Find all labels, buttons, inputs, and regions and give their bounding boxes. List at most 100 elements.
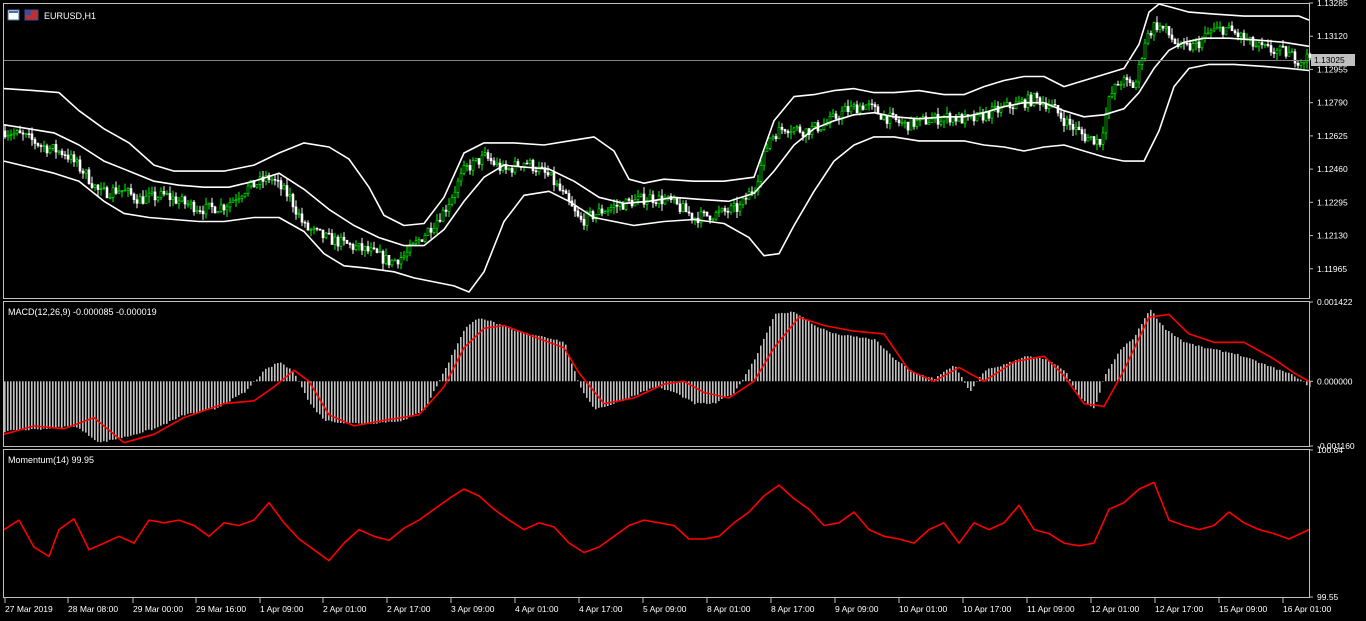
macd-bar bbox=[817, 327, 819, 382]
macd-bar bbox=[856, 336, 858, 382]
macd-bar bbox=[958, 372, 960, 382]
macd-bar bbox=[835, 333, 837, 382]
macd-bar bbox=[472, 321, 474, 382]
macd-bar bbox=[52, 381, 54, 428]
candle-body bbox=[114, 187, 118, 194]
macd-bar bbox=[1171, 333, 1173, 382]
macd-bar bbox=[877, 341, 879, 382]
macd-bar bbox=[73, 381, 75, 427]
macd-bar bbox=[1162, 325, 1164, 382]
candle-body bbox=[1230, 25, 1234, 32]
macd-bar bbox=[40, 381, 42, 430]
x-tick-label: 9 Apr 09:00 bbox=[835, 604, 879, 614]
macd-bar bbox=[430, 381, 432, 398]
x-tick-label: 29 Mar 00:00 bbox=[133, 604, 183, 614]
candle-body bbox=[1185, 42, 1189, 45]
macd-bar bbox=[1285, 372, 1287, 382]
candle-body bbox=[1188, 42, 1192, 51]
candle-body bbox=[99, 188, 103, 190]
candle-body bbox=[1122, 77, 1126, 85]
macd-bar bbox=[679, 381, 681, 395]
candle-body bbox=[225, 206, 229, 211]
candle-body bbox=[576, 210, 580, 217]
x-tick-label: 28 Mar 08:00 bbox=[68, 604, 118, 614]
macd-bar bbox=[880, 345, 882, 382]
candle-body bbox=[318, 228, 322, 231]
candle-body bbox=[759, 165, 763, 182]
candle-body bbox=[414, 240, 418, 244]
candle-body bbox=[324, 232, 328, 239]
candle-body bbox=[678, 203, 682, 212]
macd-bar bbox=[31, 381, 33, 430]
candle-body bbox=[342, 236, 346, 241]
candle-body bbox=[900, 122, 904, 124]
macd-bar bbox=[1000, 366, 1002, 382]
candle-body bbox=[717, 210, 721, 213]
candle-body bbox=[1089, 136, 1093, 138]
macd-bar bbox=[865, 337, 867, 382]
macd-bar bbox=[541, 336, 543, 382]
macd-bar bbox=[778, 313, 780, 382]
macd-bar bbox=[643, 381, 645, 392]
candle-body bbox=[1173, 38, 1177, 44]
macd-bar bbox=[322, 381, 324, 419]
macd-bar bbox=[568, 354, 570, 382]
candle-body bbox=[573, 206, 577, 212]
candle-body bbox=[1302, 61, 1306, 64]
macd-bar bbox=[298, 381, 300, 382]
candle-body bbox=[1098, 139, 1102, 145]
macd-bar bbox=[154, 381, 156, 429]
macd-bar bbox=[115, 381, 117, 440]
candle-body bbox=[1254, 45, 1258, 48]
macd-bar bbox=[823, 328, 825, 382]
macd-bar bbox=[13, 381, 15, 430]
candle-body bbox=[327, 232, 331, 235]
macd-bar bbox=[628, 381, 630, 399]
macd-bar bbox=[904, 365, 906, 382]
candle-body bbox=[1029, 94, 1033, 106]
candle-body bbox=[96, 184, 100, 190]
macd-bar bbox=[145, 381, 147, 431]
candle-body bbox=[930, 118, 934, 124]
candle-body bbox=[1101, 132, 1105, 145]
candle-body bbox=[357, 243, 361, 247]
candle-body bbox=[363, 246, 367, 251]
macd-title: MACD(12,26,9) -0.000085 -0.000019 bbox=[8, 307, 157, 317]
candle-body bbox=[282, 185, 286, 190]
macd-bar bbox=[46, 381, 48, 429]
candle-body bbox=[393, 259, 397, 262]
candle-body bbox=[306, 222, 310, 231]
candle-body bbox=[1161, 25, 1165, 29]
macd-bar bbox=[436, 381, 438, 387]
candle-body bbox=[549, 172, 553, 176]
candle-body bbox=[33, 139, 37, 144]
candle-body bbox=[51, 144, 55, 149]
macd-bar bbox=[1186, 342, 1188, 382]
candle-body bbox=[186, 203, 190, 206]
candle-body bbox=[192, 201, 196, 213]
macd-bar bbox=[136, 381, 138, 435]
candle-body bbox=[333, 236, 337, 245]
candle-body bbox=[1278, 45, 1282, 51]
macd-bar bbox=[1258, 363, 1260, 382]
trading-chart[interactable]: 1.132851.131201.129551.127901.126251.124… bbox=[0, 0, 1366, 621]
candle-body bbox=[1209, 30, 1213, 34]
macd-bar bbox=[559, 341, 561, 382]
macd-bar bbox=[1189, 343, 1191, 382]
candle-body bbox=[681, 203, 685, 212]
macd-bar bbox=[1048, 360, 1050, 382]
candle-body bbox=[291, 194, 295, 208]
candle-body bbox=[276, 179, 280, 182]
candle-body bbox=[60, 150, 64, 156]
macd-bar bbox=[361, 381, 363, 424]
candle-body bbox=[750, 191, 754, 194]
candle-body bbox=[405, 251, 409, 257]
macd-bar bbox=[895, 360, 897, 382]
candle-body bbox=[285, 185, 289, 197]
macd-bar bbox=[511, 329, 513, 382]
macd-bar bbox=[526, 332, 528, 382]
y-tick-label: 1.12790 bbox=[1317, 98, 1348, 108]
candle-body bbox=[675, 197, 679, 205]
x-tick-label: 15 Apr 09:00 bbox=[1219, 604, 1267, 614]
macd-bar bbox=[682, 381, 684, 398]
